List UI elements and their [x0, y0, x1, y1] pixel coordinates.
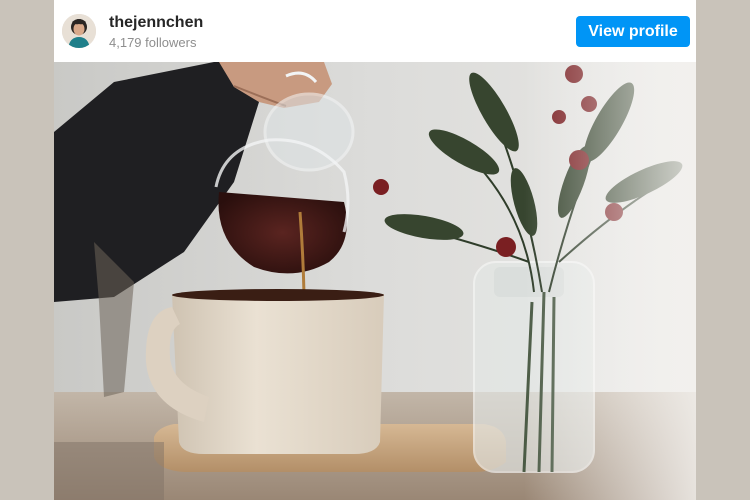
avatar-photo-icon: [62, 14, 96, 48]
coffee-pour-photo-icon: [54, 62, 696, 500]
username[interactable]: thejennchen: [109, 14, 203, 32]
instagram-embed: thejennchen 4,179 followers View profile: [54, 0, 696, 500]
post-image[interactable]: [54, 62, 696, 500]
embed-header: thejennchen 4,179 followers View profile: [54, 0, 696, 62]
follower-count: 4,179 followers: [109, 35, 197, 50]
avatar[interactable]: [62, 14, 96, 48]
view-profile-button[interactable]: View profile: [576, 16, 690, 47]
